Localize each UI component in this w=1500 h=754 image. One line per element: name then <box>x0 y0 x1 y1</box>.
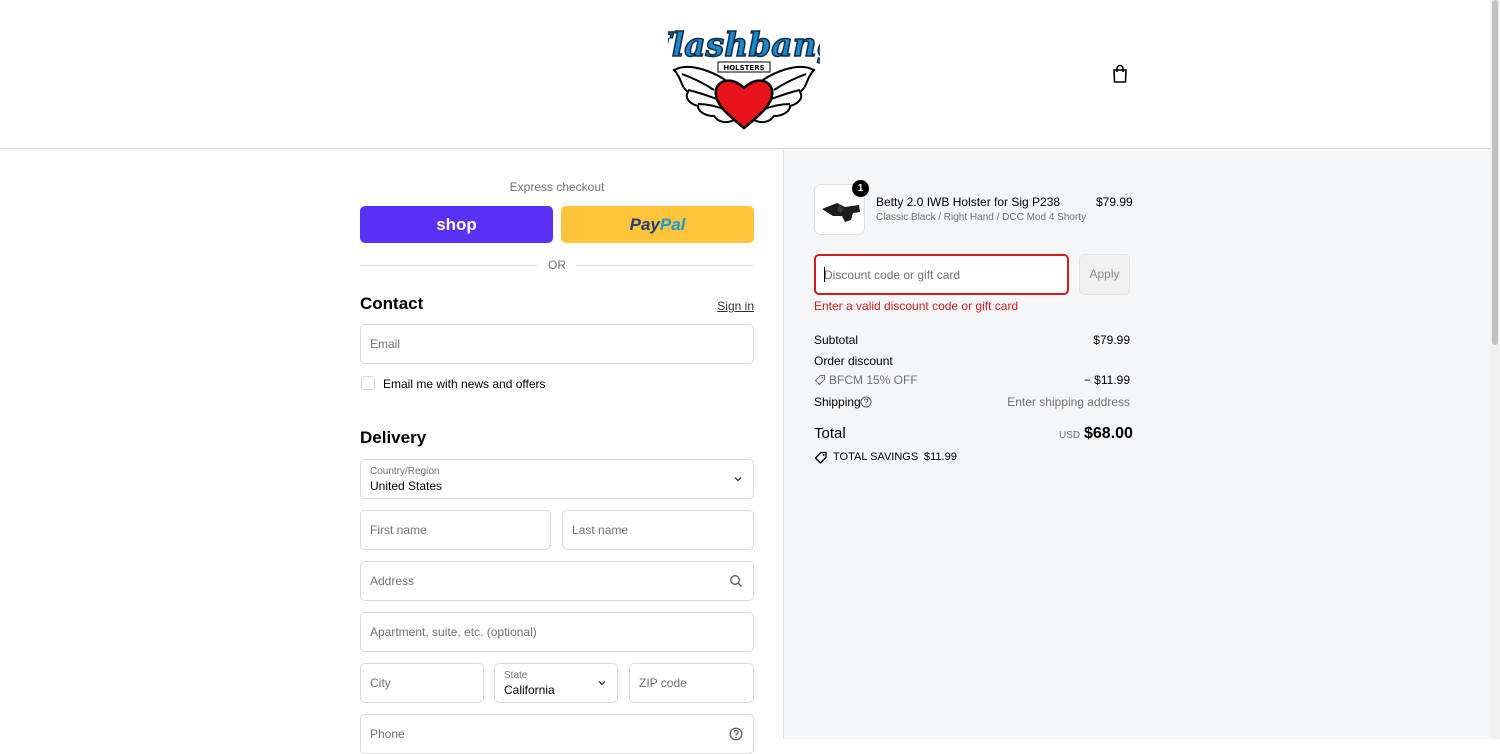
first-name-field[interactable]: First name <box>360 510 551 550</box>
total-currency: USD <box>1059 430 1081 441</box>
zip-placeholder: ZIP code <box>639 676 687 690</box>
country-value: United States <box>370 479 443 493</box>
total-savings-value: $11.99 <box>924 451 957 463</box>
scrollbar-thumb[interactable] <box>1492 0 1498 345</box>
order-summary-panel <box>783 149 1490 739</box>
phone-field[interactable]: Phone <box>360 714 754 754</box>
newsletter-checkbox[interactable] <box>361 376 375 390</box>
paypal-label-pay: Pay <box>629 215 660 234</box>
delivery-title: Delivery <box>360 428 427 447</box>
address-field[interactable]: Address <box>360 561 754 601</box>
first-name-placeholder: First name <box>370 523 427 537</box>
state-label: State <box>504 670 528 681</box>
shipping-label: Shipping <box>814 395 861 409</box>
tag-icon <box>814 451 827 464</box>
product-price: $79.99 <box>1096 195 1133 209</box>
discount-error-message: Enter a valid discount code or gift card <box>814 299 1019 313</box>
country-label: Country/Region <box>370 466 440 477</box>
address-placeholder: Address <box>370 574 415 588</box>
site-header: Flashbang HOLSTERS <box>0 0 1490 149</box>
product-name: Betty 2.0 IWB Holster for Sig P238 <box>876 195 1061 209</box>
search-icon <box>730 575 742 587</box>
express-checkout-title: Express checkout <box>509 180 605 194</box>
or-label: OR <box>548 258 566 272</box>
discount-placeholder: Discount code or gift card <box>824 268 961 282</box>
flashbang-holsters-logo[interactable]: Flashbang HOLSTERS <box>668 12 820 134</box>
subtotal-value: $79.99 <box>1093 333 1130 347</box>
divider-line <box>360 265 538 266</box>
last-name-field[interactable]: Last name <box>562 510 754 550</box>
order-discount-label: Order discount <box>814 354 893 368</box>
email-field[interactable]: Email <box>360 324 754 364</box>
svg-text:Flashbang: Flashbang <box>668 25 820 64</box>
apartment-field[interactable]: Apartment, suite, etc. (optional) <box>360 612 754 652</box>
or-divider: OR <box>360 258 754 272</box>
discount-code-input[interactable]: Discount code or gift card <box>814 254 1069 295</box>
shopping-bag-icon[interactable] <box>1111 64 1129 84</box>
total-amount: $68.00 <box>1084 425 1133 442</box>
zip-field[interactable]: ZIP code <box>629 663 754 703</box>
svg-text:HOLSTERS: HOLSTERS <box>723 64 764 72</box>
chevron-down-icon <box>734 477 742 482</box>
text-cursor <box>824 267 825 282</box>
state-select[interactable]: State California <box>494 663 618 703</box>
discount-code-label: BFCM 15% OFF <box>829 373 918 387</box>
sign-in-link[interactable]: Sign in <box>717 299 754 313</box>
product-variant: Classic Black / Right Hand / DCC Mod 4 S… <box>876 212 1087 223</box>
divider-line <box>576 265 754 266</box>
tag-icon <box>814 374 826 386</box>
page-scrollbar[interactable] <box>1490 0 1500 739</box>
newsletter-label: Email me with news and offers <box>383 377 546 391</box>
quantity-badge: 1 <box>852 180 869 197</box>
shipping-value: Enter shipping address <box>1007 395 1130 409</box>
email-placeholder: Email <box>370 337 401 351</box>
total-savings-label: TOTAL SAVINGS <box>833 451 919 463</box>
paypal-button[interactable]: PayPal <box>561 206 754 243</box>
shop-pay-button[interactable]: shop <box>360 206 553 243</box>
subtotal-label: Subtotal <box>814 333 859 347</box>
city-field[interactable]: City <box>360 663 484 703</box>
help-icon[interactable] <box>860 396 872 408</box>
paypal-label-pal: Pal <box>659 215 686 234</box>
total-label: Total <box>814 425 846 442</box>
last-name-placeholder: Last name <box>572 523 629 537</box>
apartment-placeholder: Apartment, suite, etc. (optional) <box>370 625 537 639</box>
discount-value: − $11.99 <box>1083 373 1130 387</box>
country-select[interactable]: Country/Region United States <box>360 459 754 499</box>
chevron-down-icon <box>598 681 606 686</box>
apply-discount-button[interactable]: Apply <box>1079 254 1130 295</box>
state-value: California <box>504 683 555 697</box>
city-placeholder: City <box>370 676 391 690</box>
contact-title: Contact <box>360 294 424 313</box>
